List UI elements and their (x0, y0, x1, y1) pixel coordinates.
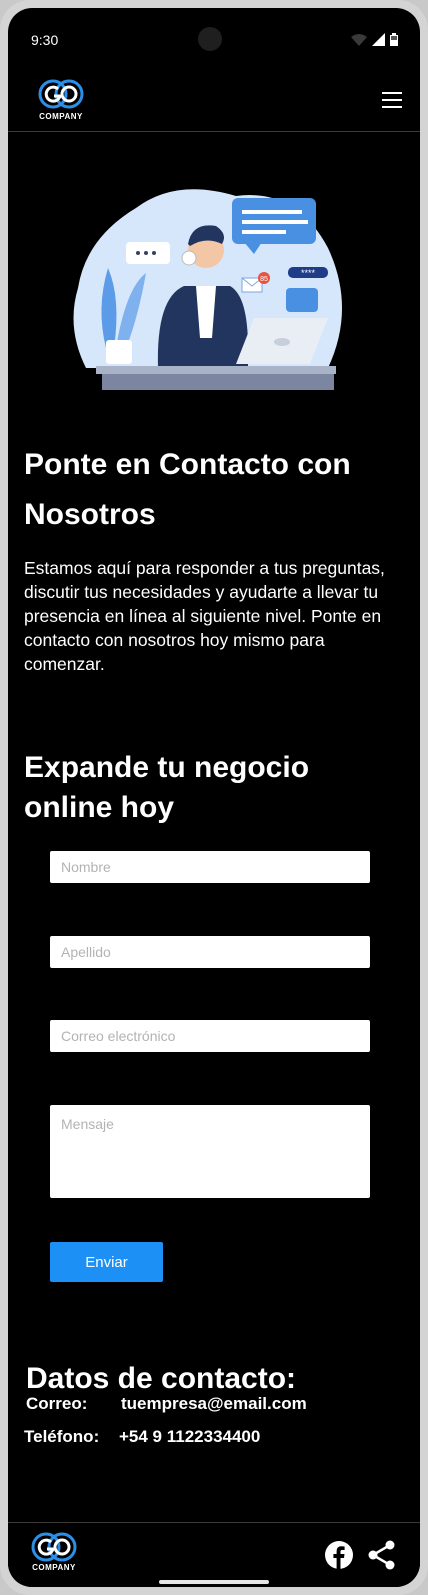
signal-icon (372, 33, 385, 46)
go-logo-icon (31, 1532, 77, 1562)
status-bar: 9:30 (8, 8, 420, 72)
email-value[interactable]: tuempresa@email.com (121, 1394, 307, 1414)
first-name-input[interactable] (50, 851, 370, 883)
wifi-icon (351, 34, 367, 46)
bottom-bar: COMPANY (8, 1522, 420, 1587)
footer-logo-text: COMPANY (32, 1563, 76, 1572)
email-label: Correo: (26, 1394, 88, 1413)
status-time: 9:30 (31, 32, 59, 48)
go-logo-icon (38, 79, 84, 109)
logo-text: COMPANY (39, 112, 83, 121)
device-frame: 9:30 COMPANY **** 85 Ponte en Contacto c… (0, 0, 428, 1595)
home-indicator[interactable] (159, 1580, 269, 1584)
screen: 9:30 COMPANY **** 85 Ponte en Contacto c… (8, 8, 420, 1587)
company-logo[interactable]: COMPANY (33, 78, 89, 124)
phone-value[interactable]: +54 9 1122334400 (119, 1427, 260, 1447)
message-textarea[interactable] (50, 1105, 370, 1198)
share-icon[interactable] (368, 1540, 396, 1570)
email-input[interactable] (50, 1020, 370, 1052)
intro-text: Estamos aquí para responder a tus pregun… (24, 558, 385, 674)
form-title: Expande tu negocio online hoy (24, 751, 310, 824)
submit-button[interactable]: Enviar (50, 1242, 163, 1282)
battery-icon (390, 33, 398, 46)
phone-label: Teléfono: (24, 1427, 100, 1446)
camera-cutout (198, 27, 222, 51)
footer-logo[interactable]: COMPANY (26, 1531, 82, 1577)
last-name-input[interactable] (50, 936, 370, 968)
notification-badge: 85 (260, 276, 268, 283)
status-icons (351, 33, 398, 46)
facebook-icon[interactable] (324, 1540, 354, 1570)
hamburger-menu-icon[interactable] (382, 92, 402, 108)
contact-title: Datos de contacto: (26, 1362, 297, 1395)
customer-support-illustration: **** 85 (73, 189, 342, 390)
top-nav: COMPANY (8, 72, 420, 132)
page-title: Ponte en Contacto con Nosotros (24, 448, 351, 531)
password-text: **** (301, 268, 316, 278)
